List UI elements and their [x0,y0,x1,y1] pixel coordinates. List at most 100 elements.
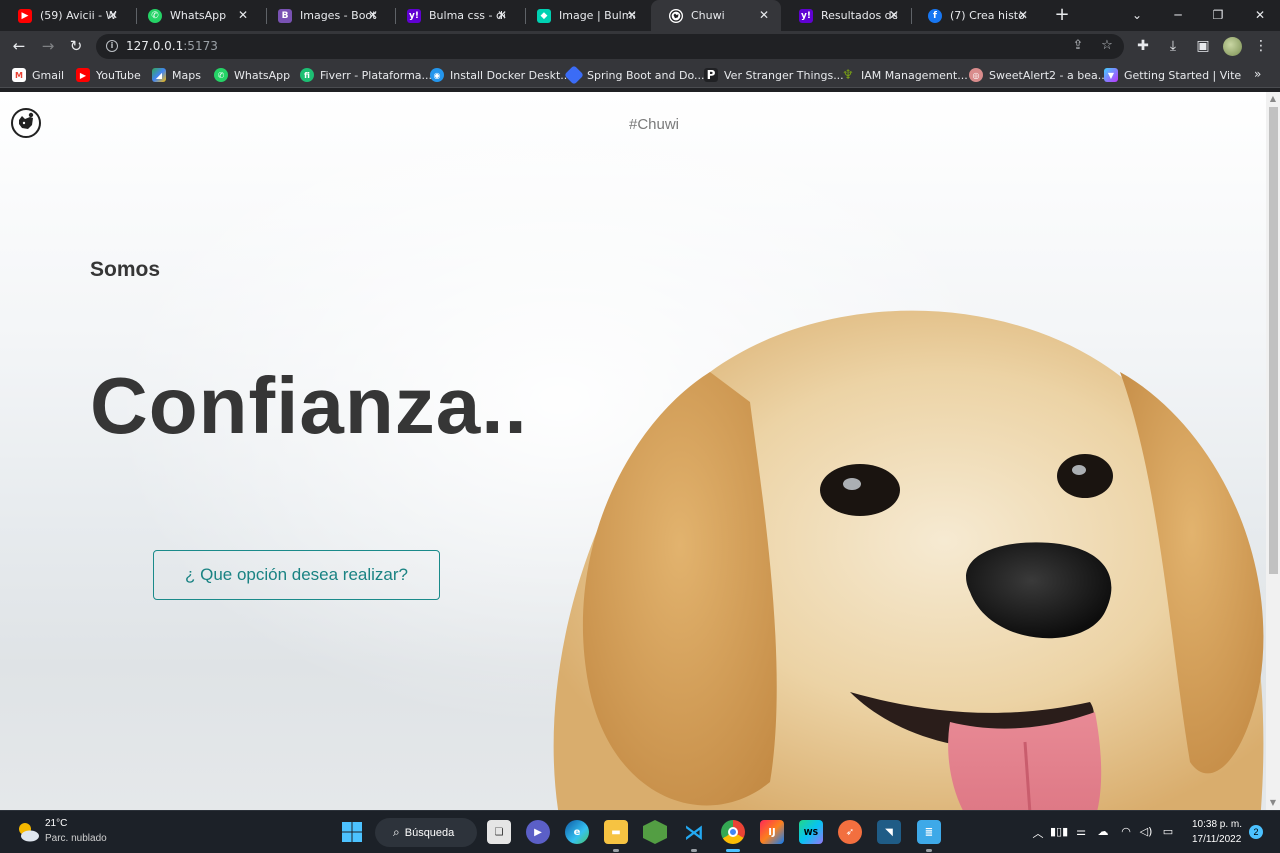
reload-button[interactable]: ↻ [66,36,86,56]
tab-facebook[interactable]: f (7) Crea historia ✕ [910,0,1040,31]
audio-meter-icon[interactable]: ▮▯▮ [1050,825,1068,838]
clock-time[interactable]: 10:38 p. m. [1192,819,1242,830]
tab-search-chevron-icon[interactable]: ⌄ [1127,5,1147,25]
close-icon[interactable]: ✕ [236,8,250,22]
tab-bootstrap[interactable]: B Images - Bootst ✕ [260,0,390,31]
bookmark-gmail[interactable]: M Gmail [12,67,64,83]
bookmark-label: IAM Management... [861,68,968,82]
bookmark-label: Getting Started | Vite [1124,68,1242,82]
clock-date[interactable]: 17/11/2022 [1192,834,1241,845]
edge-icon[interactable]: e [565,820,589,844]
partly-cloudy-icon[interactable] [16,821,40,843]
bookmark-docker[interactable]: ◉ Install Docker Deskt... [430,67,571,83]
bookmarks-overflow-icon[interactable]: » [1254,67,1261,81]
maps-icon: ◢ [152,68,166,82]
brand-hashtag: #Chuwi [628,116,680,133]
close-icon[interactable]: ✕ [366,8,380,22]
hero-eyebrow: Somos [90,258,161,281]
task-view-icon[interactable]: ❏ [487,820,511,844]
p-icon: P [704,68,718,82]
bookmark-stranger-things[interactable]: P Ver Stranger Things... [704,67,844,83]
more-menu-icon[interactable]: ⋮ [1252,37,1270,55]
bookmark-spring[interactable]: Spring Boot and Do... [564,65,705,85]
whatsapp-icon: ✆ [148,8,162,23]
close-icon[interactable]: ✕ [757,8,771,22]
bookmark-maps[interactable]: ◢ Maps [152,67,201,83]
bookmark-whatsapp[interactable]: ✆ WhatsApp [214,67,290,83]
scroll-up-arrow-icon[interactable]: ▲ [1266,92,1280,106]
bookmark-vite[interactable]: ▼ Getting Started | Vite [1104,67,1241,83]
tab-bulma[interactable]: ◆ Image | Bulma ✕ [519,0,649,31]
new-tab-button[interactable]: + [1052,5,1072,25]
vite-icon: ▼ [1104,68,1118,82]
tab-title: Image | Bulma [559,9,635,22]
weather-description[interactable]: Parc. nublado [45,833,107,844]
webstorm-icon[interactable]: WS [799,820,823,844]
bookmark-youtube[interactable]: ▶ YouTube [76,67,141,83]
extensions-puzzle-icon[interactable]: ✚ [1134,37,1152,55]
windows-taskbar: 21°C Parc. nublado ⌕ Búsqueda ❏ ▶ e ▬ ⋊ … [0,810,1280,853]
share-icon[interactable]: ⇪ [1070,38,1086,54]
close-icon[interactable]: ✕ [887,8,901,22]
file-explorer-icon[interactable]: ▬ [604,820,628,844]
sliders-icon[interactable]: ⚌ [1073,825,1089,838]
chrome-icon[interactable] [721,820,745,844]
url-text[interactable]: 127.0.0.1:5173 [126,39,218,53]
bookmark-label: Gmail [32,68,65,82]
close-icon[interactable]: ✕ [495,8,509,22]
close-icon[interactable]: ✕ [1016,8,1030,22]
tab-title: WhatsApp [170,9,227,22]
facebook-icon: f [928,8,942,23]
close-icon[interactable]: ✕ [625,8,639,22]
bootstrap-icon: B [278,8,292,23]
vscode-icon[interactable]: ⋊ [682,820,706,844]
bookmark-sweetalert[interactable]: ◎ SweetAlert2 - a bea... [969,67,1108,83]
forward-button[interactable]: → [38,36,58,56]
profile-avatar[interactable] [1223,37,1242,56]
scroll-down-arrow-icon[interactable]: ▼ [1266,796,1280,810]
hero-headline: Confianza.. [90,361,528,450]
tray-overflow-chevron-icon[interactable]: ︿ [1030,825,1046,841]
tab-whatsapp[interactable]: ✆ WhatsApp ✕ [130,0,260,31]
start-button[interactable] [340,820,364,844]
side-panel-icon[interactable]: ▣ [1194,37,1212,55]
weather-temperature[interactable]: 21°C [45,818,67,829]
wifi-icon[interactable]: ◠ [1118,825,1134,838]
battery-icon[interactable]: ▭ [1160,825,1176,838]
docker-icon: ◉ [430,68,444,82]
address-bar[interactable]: i 127.0.0.1:5173 ⇪ ☆ [96,34,1124,59]
taskbar-search[interactable]: ⌕ Búsqueda [375,818,477,847]
bookmark-iam[interactable]: ♆ IAM Management... [841,67,968,83]
onedrive-cloud-icon[interactable]: ☁ [1095,825,1111,838]
site-info-icon[interactable]: i [106,40,118,52]
notepad-icon[interactable]: ≣ [917,820,941,844]
teams-chat-icon[interactable]: ▶ [526,820,550,844]
volume-icon[interactable]: ◁) [1138,825,1154,838]
tab-chuwi[interactable]: Chuwi ✕ [651,0,781,31]
tab-youtube[interactable]: ▶ (59) Avicii - Wa ✕ [0,0,130,31]
iam-icon: ♆ [842,67,854,83]
page-viewport: #Chuwi Somos Confianza.. ¿ Que opción de… [0,92,1280,810]
close-icon[interactable]: ✕ [106,8,120,22]
browser-tab-strip: ▶ (59) Avicii - Wa ✕ ✆ WhatsApp ✕ B Imag… [0,0,1280,31]
options-button[interactable]: ¿ Que opción desea realizar? [153,550,440,600]
tab-yahoo-bulma[interactable]: y! Bulma css - de ✕ [389,0,519,31]
notification-badge[interactable]: 2 [1249,825,1263,839]
close-window-button[interactable]: ✕ [1250,5,1270,25]
intellij-icon[interactable]: IJ [760,820,784,844]
fiverr-icon: fi [300,68,314,82]
back-button[interactable]: ← [9,36,29,56]
nodejs-icon[interactable] [643,820,667,844]
scroll-thumb[interactable] [1269,107,1278,574]
minimize-button[interactable]: ─ [1168,5,1188,25]
gmail-icon: M [12,68,26,82]
bookmark-label: WhatsApp [234,68,291,82]
download-icon[interactable]: ⤓ [1164,37,1182,55]
mysql-workbench-icon[interactable]: ◥ [877,820,901,844]
bookmark-star-icon[interactable]: ☆ [1099,38,1115,54]
restore-button[interactable]: ❐ [1208,5,1228,25]
tab-yahoo-results[interactable]: y! Resultados de l ✕ [781,0,911,31]
postman-icon[interactable]: ➶ [838,820,862,844]
bookmark-fiverr[interactable]: fi Fiverr - Plataforma... [300,67,432,83]
page-scrollbar[interactable]: ▲ ▼ [1266,92,1280,810]
